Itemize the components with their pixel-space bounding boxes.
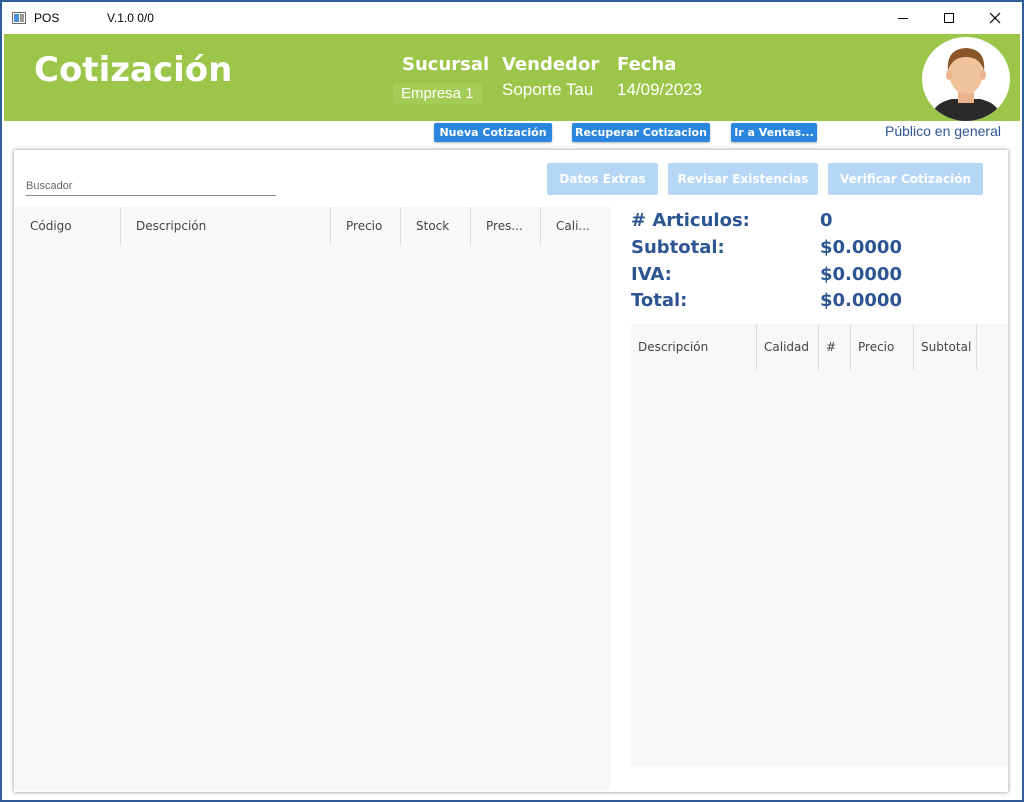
app-icon <box>12 12 26 24</box>
fecha-label: Fecha <box>617 54 677 75</box>
verificar-cotizacion-button[interactable]: Verificar Cotización <box>828 163 983 195</box>
articulos-value: 0 <box>820 210 833 231</box>
nueva-cotizacion-button[interactable]: Nueva Cotización <box>434 123 552 142</box>
column-header-descripcion[interactable]: Descripción <box>121 207 331 245</box>
version-label: V.1.0 0/0 <box>107 11 154 25</box>
ir-a-ventas-button[interactable]: Ir a Ventas... <box>731 123 817 142</box>
recuperar-cotizacion-button[interactable]: Recuperar Cotizacion <box>572 123 710 142</box>
maximize-icon <box>944 13 954 23</box>
column-header-subtotal[interactable]: Subtotal <box>914 324 977 370</box>
header-bar: Cotización Sucursal Empresa 1 Vendedor S… <box>4 34 1020 121</box>
main-panel: Datos Extras Revisar Existencias Verific… <box>14 150 1008 792</box>
column-header-calidad[interactable]: Cali... <box>541 207 611 245</box>
total-value: $0.0000 <box>820 290 902 311</box>
title-bar: POS V.1.0 0/0 <box>2 2 1022 34</box>
minimize-button[interactable] <box>880 2 926 34</box>
avatar-icon <box>930 48 1002 121</box>
datos-extras-button[interactable]: Datos Extras <box>547 163 658 195</box>
products-grid-header: Código Descripción Precio Stock Pres... … <box>15 207 611 245</box>
products-grid[interactable]: Código Descripción Precio Stock Pres... … <box>15 207 611 790</box>
column-header-precio[interactable]: Precio <box>851 324 914 370</box>
column-header-presentacion[interactable]: Pres... <box>471 207 541 245</box>
articulos-label: # Articulos: <box>631 210 750 231</box>
column-header-calidad[interactable]: Calidad <box>757 324 819 370</box>
column-header-precio[interactable]: Precio <box>331 207 401 245</box>
vendedor-value: Soporte Tau <box>502 80 594 99</box>
iva-value: $0.0000 <box>820 264 902 285</box>
close-button[interactable] <box>972 2 1018 34</box>
quote-items-grid[interactable]: Descripción Calidad # Precio Subtotal <box>631 324 1008 766</box>
subtotal-label: Subtotal: <box>631 237 725 258</box>
sucursal-label: Sucursal <box>402 54 490 75</box>
window-title: POS <box>34 11 60 25</box>
app-window: POS V.1.0 0/0 Cotización Sucursal Empres… <box>0 0 1024 802</box>
column-header-codigo[interactable]: Código <box>15 207 121 245</box>
client-name[interactable]: Público en general <box>885 123 1001 139</box>
revisar-existencias-button[interactable]: Revisar Existencias <box>668 163 818 195</box>
maximize-button[interactable] <box>926 2 972 34</box>
column-header-cantidad[interactable]: # <box>819 324 851 370</box>
vendedor-label: Vendedor <box>502 54 600 75</box>
sucursal-value: Empresa 1 <box>393 83 482 104</box>
total-label: Total: <box>631 290 688 311</box>
minimize-icon <box>898 17 908 19</box>
iva-label: IVA: <box>631 264 672 285</box>
column-header-stock[interactable]: Stock <box>401 207 471 245</box>
search-input[interactable] <box>26 176 276 196</box>
subtotal-value: $0.0000 <box>820 237 902 258</box>
fecha-value: 14/09/2023 <box>617 80 703 99</box>
close-icon <box>989 12 1001 24</box>
column-header-descripcion[interactable]: Descripción <box>631 324 757 370</box>
user-avatar[interactable] <box>922 37 1010 121</box>
page-title: Cotización <box>34 50 233 90</box>
